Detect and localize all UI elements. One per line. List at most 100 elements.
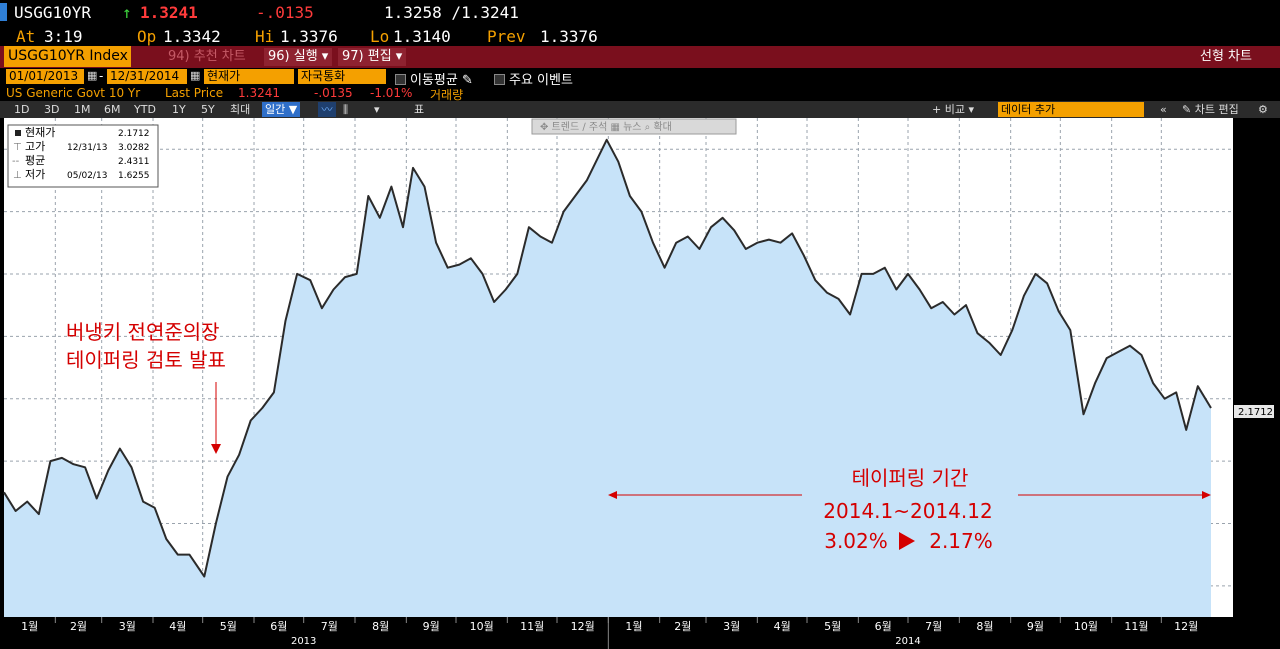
index-field[interactable]: USGG10YR Index — [4, 46, 131, 67]
ohlc-line: At 3:19 Op 1.3342 Hi 1.3376 Lo 1.3140 Pr… — [0, 24, 1280, 46]
calendar-icon[interactable]: ▦ — [190, 69, 200, 82]
low-label: Lo — [370, 27, 390, 46]
tab-5y[interactable]: 5Y — [201, 102, 215, 117]
last-value-label: 2.1712 — [1238, 407, 1273, 418]
at-label: At — [16, 27, 36, 46]
legend-low-label: 저가 — [25, 168, 45, 181]
low-value: 1.3140 — [393, 27, 451, 46]
y-tick-label: 1.6000 — [1238, 582, 1273, 593]
quote-line: USGG10YR ↑ 1.3241 -.0135 1.3258 /1.3241 — [0, 0, 1280, 24]
at-value: 3:19 — [44, 27, 83, 46]
x-axis: 1월 2월 3월 4월 5월 6월 7월 8월 9월 10월 11월 12월 1월 2월 3월 4월 5월 6월 7… — [0, 617, 1280, 649]
checkbox-icon[interactable] — [395, 74, 406, 85]
high-label: Hi — [255, 27, 275, 46]
legend-high-label: 고가 — [25, 140, 45, 153]
svg-text:--: -- — [12, 156, 20, 167]
percent-change: -1.01% — [370, 86, 413, 100]
x-month-label: 7월 — [321, 620, 338, 633]
compare-button[interactable]: + 비교 ▾ — [932, 102, 974, 117]
x-month-label: 1월 — [21, 620, 38, 633]
security-line: US Generic Govt 10 Yr Last Price 1.3241 … — [0, 85, 1280, 102]
open-label: Op — [137, 27, 157, 46]
taper-range: 2014.1~2014.12 — [823, 499, 992, 523]
collapse-icon[interactable]: « — [1160, 102, 1167, 117]
y-tick-label: 2.0000 — [1238, 457, 1273, 468]
tab-6m[interactable]: 6M — [104, 102, 121, 117]
y-tick-label: 2.4000 — [1238, 332, 1273, 343]
x-month-label: 4월 — [774, 620, 791, 633]
x-month-label: 2월 — [674, 620, 691, 633]
x-month-label: 9월 — [1027, 620, 1044, 633]
security-marker — [0, 3, 7, 21]
x-month-label: 12월 — [571, 620, 595, 633]
legend: 현재가 2.1712 ⊤ 고가 12/31/13 3.0282 -- 평균 2.… — [7, 124, 159, 188]
frequency-select[interactable]: 일간 ▼ — [262, 102, 301, 117]
legend-high-value: 3.0282 — [118, 143, 150, 153]
last-price-label: Last Price — [165, 86, 224, 100]
legend-low-date: 05/02/13 — [67, 171, 107, 181]
end-date-field[interactable]: 12/31/2014 — [107, 69, 187, 84]
prev-value: 1.3376 — [540, 27, 598, 46]
gear-icon[interactable]: ⚙ — [1258, 102, 1268, 117]
y-tick-label: 2.6000 — [1238, 270, 1273, 281]
x-month-label: 3월 — [723, 620, 740, 633]
price-chart[interactable]: 1.6000 1.8000 2.0000 2.2000 2.4000 2.6000 2.80… — [0, 118, 1280, 649]
net-change: -.0135 — [256, 3, 314, 22]
tab-1d[interactable]: 1D — [14, 102, 29, 117]
tab-1m[interactable]: 1M — [74, 102, 91, 117]
table-button[interactable]: 표 — [414, 102, 424, 117]
x-month-label: 11월 — [1124, 620, 1148, 633]
open-value: 1.3342 — [163, 27, 221, 46]
bernanke-annotation-line1: 버냉키 전연준의장 — [66, 320, 220, 344]
x-month-label: 3월 — [119, 620, 136, 633]
taper-title: 테이퍼링 기간 — [852, 466, 969, 490]
currency-select[interactable]: 자국통화 — [298, 69, 386, 84]
line-chart-button[interactable]: 선형 차트 — [1196, 48, 1256, 66]
add-data-input[interactable]: 데이터 추가 — [998, 102, 1144, 117]
calendar-icon[interactable]: ▦ — [87, 69, 97, 82]
tab-ytd[interactable]: YTD — [134, 102, 156, 117]
x-month-label: 8월 — [372, 620, 389, 633]
legend-low-value: 1.6255 — [118, 171, 150, 181]
legend-high-date: 12/31/13 — [67, 143, 107, 153]
taper-to-value: 2.17% — [929, 529, 993, 553]
last-price: 1.3241 — [140, 3, 198, 22]
x-month-label: 4월 — [169, 620, 186, 633]
x-month-label: 5월 — [220, 620, 237, 633]
legend-average-label: 평균 — [25, 154, 45, 167]
high-value: 1.3376 — [280, 27, 338, 46]
price-field-select[interactable]: 현재가 — [204, 69, 294, 84]
x-month-label: 1월 — [625, 620, 642, 633]
x-month-label: 11월 — [520, 620, 544, 633]
recommended-chart-button[interactable]: 94) 추천 차트 — [164, 48, 250, 66]
line-chart-icon[interactable]: 〰 — [318, 102, 336, 117]
legend-average-value: 2.4311 — [118, 157, 150, 167]
svg-text:⊥: ⊥ — [13, 170, 22, 181]
tab-1y[interactable]: 1Y — [172, 102, 186, 117]
run-menu[interactable]: 96) 실행 ▾ — [264, 48, 333, 66]
start-date-field[interactable]: 01/01/2013 — [6, 69, 84, 84]
x-month-label: 10월 — [1074, 620, 1098, 633]
x-month-label: 10월 — [470, 620, 494, 633]
x-month-label: 7월 — [925, 620, 942, 633]
bid-ask: 1.3258 /1.3241 — [384, 3, 519, 22]
x-month-label: 12월 — [1174, 620, 1198, 633]
edit-menu[interactable]: 97) 편집 ▾ — [338, 48, 407, 66]
chevron-down-icon[interactable]: ▾ — [374, 102, 380, 117]
pencil-icon: ✎ — [1182, 103, 1195, 116]
x-year-label: 2013 — [291, 636, 316, 647]
svg-text:⊤: ⊤ — [13, 142, 22, 153]
legend-current-label: 현재가 — [25, 126, 55, 139]
x-month-label: 9월 — [423, 620, 440, 633]
edit-chart-label: 차트 편집 — [1194, 103, 1239, 116]
bar-chart-icon[interactable]: ⫼ — [343, 102, 348, 117]
date-separator: - — [99, 69, 104, 83]
edit-chart-button[interactable]: ✎ 차트 편집 — [1182, 102, 1239, 117]
bernanke-annotation-line2: 테이퍼링 검토 발표 — [66, 348, 226, 372]
x-month-label: 2월 — [70, 620, 87, 633]
tab-max[interactable]: 최대 — [230, 102, 250, 117]
tab-3d[interactable]: 3D — [44, 102, 59, 117]
legend-current-value: 2.1712 — [118, 129, 150, 139]
checkbox-icon[interactable] — [494, 74, 505, 85]
chart-tools-label[interactable]: ✥ 트렌드 ∕ 주석 ▦ 뉴스 ⌕ 확대 — [540, 121, 672, 133]
